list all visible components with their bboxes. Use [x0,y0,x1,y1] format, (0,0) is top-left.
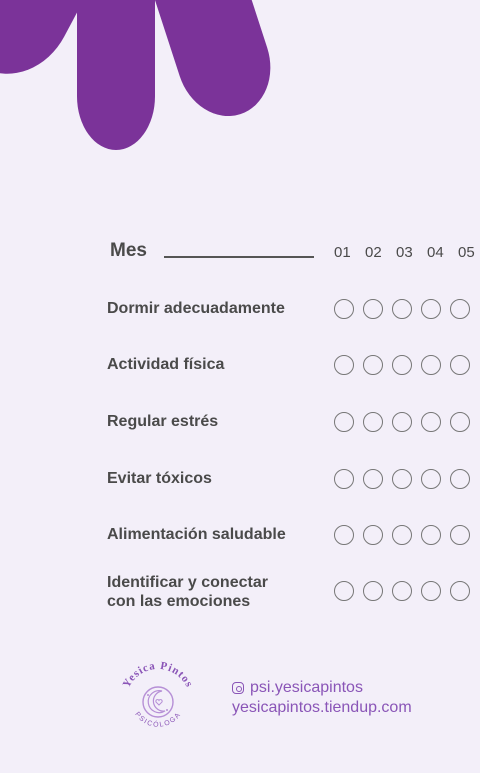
habit-label-toxics: Evitar tóxicos [107,470,212,487]
check-circle[interactable] [421,299,441,319]
month-label: Mes [110,240,147,261]
svg-text:PSICÓLOGA: PSICÓLOGA [133,711,182,729]
day-number: 04 [427,244,444,261]
check-circle[interactable] [363,299,383,319]
check-circle[interactable] [450,412,470,432]
check-circle[interactable] [334,525,354,545]
day-number: 05 [458,244,475,261]
check-circle[interactable] [392,412,412,432]
check-circle[interactable] [334,469,354,489]
check-circle[interactable] [421,581,441,601]
day-number: 03 [396,244,413,261]
check-circle[interactable] [363,525,383,545]
check-circle[interactable] [363,355,383,375]
habit-row-nutrition-circles [334,525,470,545]
check-circle[interactable] [450,469,470,489]
check-circle[interactable] [392,525,412,545]
check-circle[interactable] [334,412,354,432]
check-circle[interactable] [450,355,470,375]
check-circle[interactable] [392,469,412,489]
habit-label-nutrition: Alimentación saludable [107,526,286,543]
habit-row-stress-circles [334,412,470,432]
check-circle[interactable] [450,581,470,601]
instagram-row[interactable]: psi.yesicapintos [232,678,412,698]
check-circle[interactable] [334,355,354,375]
check-circle[interactable] [421,355,441,375]
check-circle[interactable] [363,469,383,489]
website-link[interactable]: yesicapintos.tiendup.com [232,699,412,717]
check-circle[interactable] [334,581,354,601]
check-circle[interactable] [450,525,470,545]
check-circle[interactable] [392,299,412,319]
habit-label-line: Identificar y conectar [107,574,268,591]
day-numbers: 01 02 03 04 05 [334,244,480,261]
habit-row-sleep-circles [334,299,470,319]
logo-seal: Yesica Pintos PSICÓLOGA [121,660,196,729]
svg-text:Yesica Pintos: Yesica Pintos [121,660,196,690]
website-row[interactable]: yesicapintos.tiendup.com [232,698,412,718]
check-circle[interactable] [421,525,441,545]
contact-info: psi.yesicapintos yesicapintos.tiendup.co… [232,678,412,718]
check-circle[interactable] [334,299,354,319]
day-number: 01 [334,244,351,261]
check-circle[interactable] [392,355,412,375]
habit-label-stress: Regular estrés [107,413,219,430]
habit-label-emotions: Identificar y conectar con las emociones [107,573,332,611]
habit-label-activity: Actividad física [107,356,225,373]
check-circle[interactable] [363,412,383,432]
instagram-handle[interactable]: psi.yesicapintos [250,679,363,697]
habit-label-sleep: Dormir adecuadamente [107,300,285,317]
habit-label-line: con las emociones [107,593,251,610]
habit-row-activity-circles [334,355,470,375]
habit-row-emotions-circles [334,581,470,601]
check-circle[interactable] [450,299,470,319]
flower-petal-middle [77,0,155,150]
instagram-icon [232,682,244,694]
day-number: 02 [365,244,382,261]
check-circle[interactable] [421,469,441,489]
habit-row-toxics-circles [334,469,470,489]
check-circle[interactable] [363,581,383,601]
check-circle[interactable] [421,412,441,432]
flower-petal-right [147,0,285,129]
check-circle[interactable] [392,581,412,601]
month-input-line[interactable] [164,256,314,258]
